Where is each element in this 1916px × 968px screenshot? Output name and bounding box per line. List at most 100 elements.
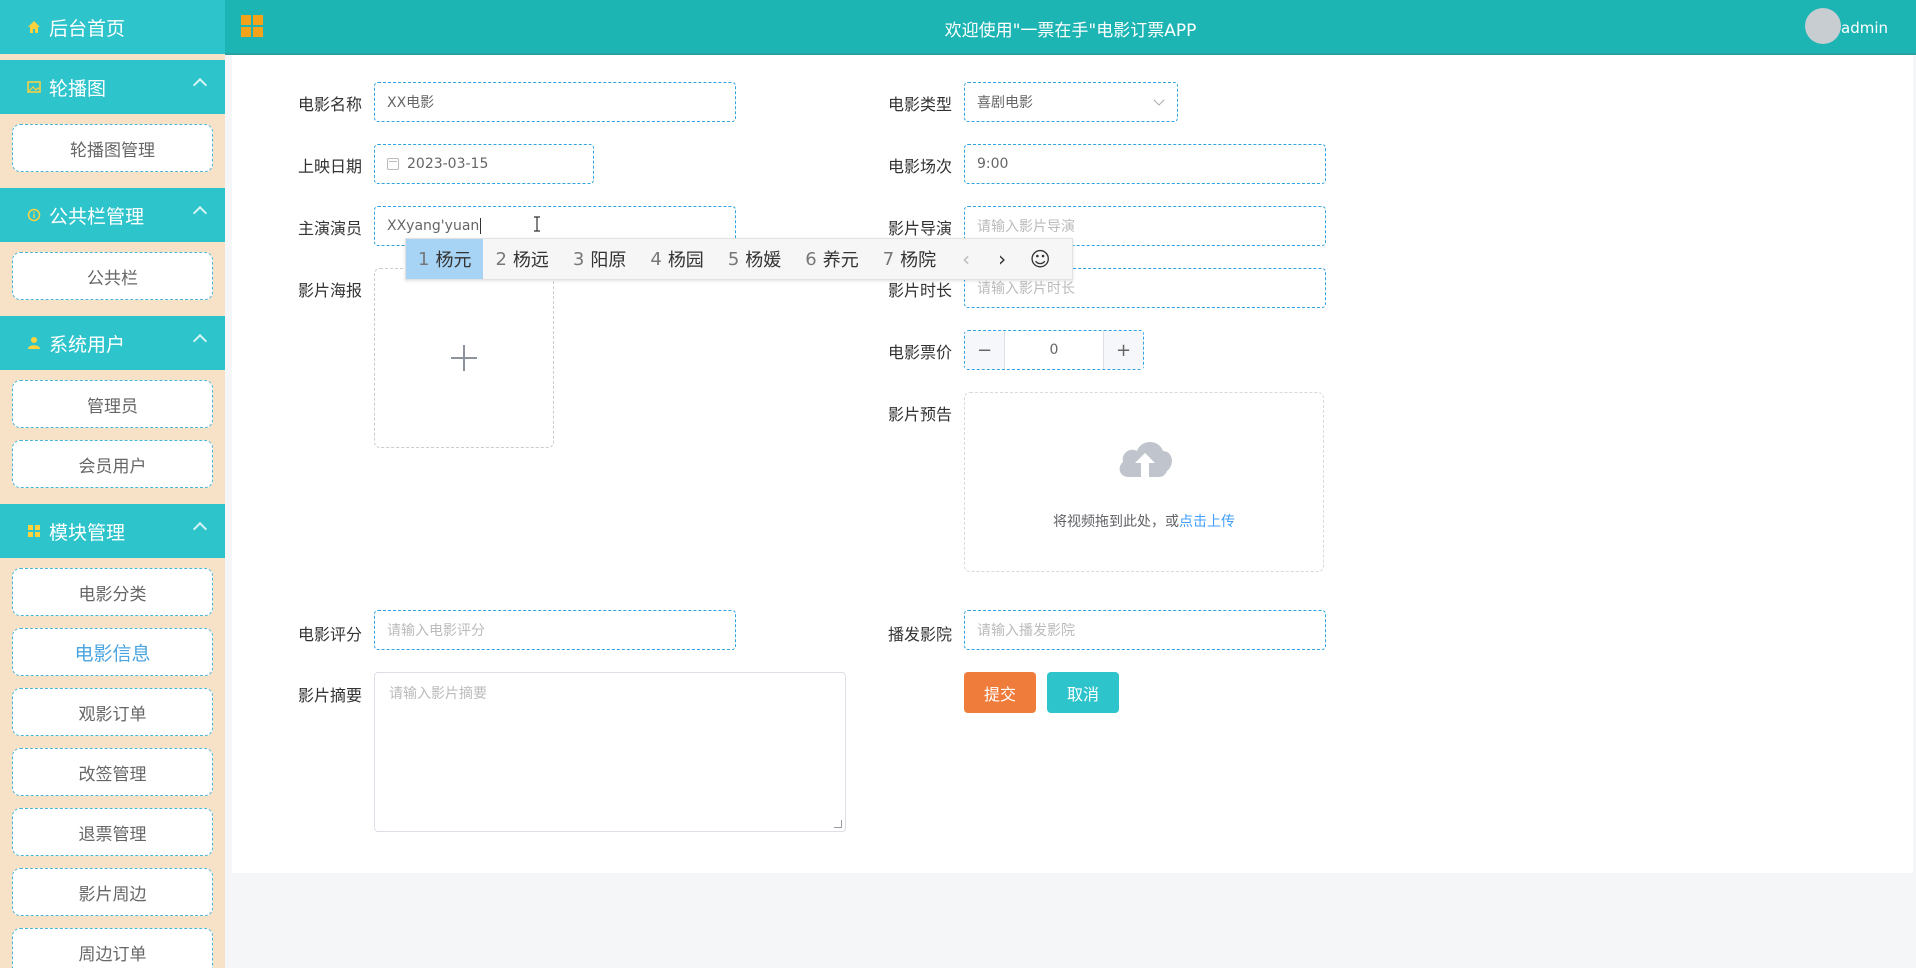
ime-candidate[interactable]: 6 养元 — [793, 239, 870, 279]
sidebar-item-carousel-manage[interactable]: 轮播图管理 — [12, 124, 213, 172]
click-upload-link[interactable]: 点击上传 — [1179, 514, 1235, 530]
trailer-label: 影片预告 — [888, 405, 953, 424]
summary-textarea[interactable]: 请输入影片摘要 — [374, 672, 846, 832]
decrement-button[interactable]: − — [965, 331, 1005, 369]
sidebar-home-label: 后台首页 — [49, 17, 126, 40]
cancel-button[interactable]: 取消 — [1047, 672, 1119, 713]
ime-prev-page-icon[interactable]: ‹ — [948, 239, 984, 279]
showtime-value: 9:00 — [977, 156, 1009, 172]
price-label: 电影票价 — [888, 343, 953, 362]
rating-label: 电影评分 — [298, 625, 363, 644]
ime-candidate-text: 杨媛 — [745, 250, 782, 271]
movie-type-value: 喜剧电影 — [977, 95, 1033, 111]
ime-candidate[interactable]: 7 杨院 — [871, 239, 948, 279]
trailer-upload-dropzone[interactable]: 将视频拖到此处，或点击上传 — [964, 392, 1324, 572]
release-date-picker[interactable]: 2023-03-15 — [374, 144, 594, 184]
sidebar-group-label: 模块管理 — [49, 521, 126, 544]
home-icon — [26, 19, 42, 35]
ime-candidate-text: 杨院 — [900, 250, 937, 271]
duration-label: 影片时长 — [888, 281, 953, 300]
upload-hint: 将视频拖到此处，或点击上传 — [965, 511, 1323, 531]
ime-candidate-number: 7 — [882, 248, 895, 270]
movie-type-label: 电影类型 — [888, 95, 953, 114]
ime-candidate-text: 杨园 — [667, 250, 704, 271]
ime-candidate[interactable]: 1 杨元 — [406, 239, 484, 279]
poster-upload[interactable] — [374, 268, 554, 448]
ime-candidate[interactable]: 2 杨远 — [483, 239, 560, 279]
sidebar-item-movie-category[interactable]: 电影分类 — [12, 568, 213, 616]
sidebar-item-merch[interactable]: 影片周边 — [12, 868, 213, 916]
ime-candidate-number: 3 — [572, 248, 585, 270]
image-icon — [26, 79, 42, 95]
price-stepper[interactable]: − 0 + — [964, 330, 1144, 370]
summary-placeholder: 请输入影片摘要 — [389, 686, 487, 702]
sidebar-item-admins[interactable]: 管理员 — [12, 380, 213, 428]
sidebar-group-system-users[interactable]: 系统用户 — [0, 316, 225, 370]
director-placeholder: 请输入影片导演 — [977, 219, 1075, 235]
chevron-up-icon — [192, 333, 208, 349]
ime-candidate[interactable]: 5 杨媛 — [716, 239, 793, 279]
lead-actor-label: 主演演员 — [298, 219, 363, 238]
cloud-upload-icon — [1119, 442, 1172, 477]
rating-input[interactable]: 请输入电影评分 — [374, 610, 736, 650]
ime-candidate-text: 杨元 — [435, 250, 472, 271]
summary-label: 影片摘要 — [298, 686, 363, 705]
ime-candidate-number: 1 — [418, 248, 430, 270]
ime-candidate-text: 阳原 — [590, 250, 627, 271]
calendar-icon — [387, 158, 399, 170]
top-bar: 欢迎使用"一票在手"电影订票APP admin — [225, 0, 1916, 55]
upload-hint-text: 将视频拖到此处，或 — [1053, 514, 1179, 530]
sidebar-item-viewing-orders[interactable]: 观影订单 — [12, 688, 213, 736]
price-value[interactable]: 0 — [1005, 331, 1103, 369]
user-icon — [26, 335, 42, 351]
chevron-up-icon — [192, 205, 208, 221]
sidebar-group-carousel[interactable]: 轮播图 — [0, 60, 225, 114]
movie-name-input[interactable]: XX电影 — [374, 82, 736, 122]
ime-candidate[interactable]: 3 阳原 — [561, 239, 638, 279]
cinema-label: 播发影院 — [888, 625, 953, 644]
movie-form-panel: 电影名称 XX电影 电影类型 喜剧电影 上映日期 2023-03-15 电影场次… — [232, 55, 1913, 873]
ime-candidate[interactable]: 4 杨园 — [638, 239, 715, 279]
chevron-up-icon — [192, 77, 208, 93]
lead-actor-value: XXyang'yuan — [387, 218, 480, 234]
release-date-label: 上映日期 — [298, 157, 363, 176]
ime-candidate-bar: 1 杨元 2 杨远 3 阳原 4 杨园 5 杨媛 6 养元 7 杨院 ‹ › ☺ — [405, 238, 1073, 280]
sidebar: 后台首页 轮播图 轮播图管理 公共栏管理 公共栏 系统用户 管理员 会员用户 模… — [0, 0, 225, 968]
sidebar-item-bulletin[interactable]: 公共栏 — [12, 252, 213, 300]
avatar[interactable] — [1805, 8, 1841, 44]
ime-candidate-text: 养元 — [822, 250, 859, 271]
sidebar-group-modules[interactable]: 模块管理 — [0, 504, 225, 558]
rating-placeholder: 请输入电影评分 — [387, 623, 485, 639]
showtime-label: 电影场次 — [888, 157, 953, 176]
text-cursor-icon — [534, 216, 540, 232]
resize-handle-icon[interactable] — [834, 820, 842, 828]
sidebar-item-rebooking[interactable]: 改签管理 — [12, 748, 213, 796]
ime-next-page-icon[interactable]: › — [984, 239, 1020, 279]
sidebar-home[interactable]: 后台首页 — [0, 0, 225, 54]
submit-button[interactable]: 提交 — [964, 672, 1036, 713]
chevron-down-icon — [1153, 94, 1165, 106]
duration-placeholder: 请输入影片时长 — [977, 281, 1075, 297]
text-caret — [480, 218, 482, 234]
grid-icon — [26, 523, 42, 539]
ime-candidate-number: 6 — [805, 248, 817, 270]
info-icon — [26, 207, 42, 223]
chevron-up-icon — [192, 521, 208, 537]
sidebar-item-merch-orders[interactable]: 周边订单 — [12, 928, 213, 968]
sidebar-item-members[interactable]: 会员用户 — [12, 440, 213, 488]
sidebar-group-label: 系统用户 — [49, 333, 126, 356]
ime-candidate-number: 2 — [495, 248, 507, 270]
movie-type-select[interactable]: 喜剧电影 — [964, 82, 1178, 122]
sidebar-item-movie-info[interactable]: 电影信息 — [12, 628, 213, 676]
sidebar-item-refunds[interactable]: 退票管理 — [12, 808, 213, 856]
increment-button[interactable]: + — [1103, 331, 1143, 369]
showtime-input[interactable]: 9:00 — [964, 144, 1326, 184]
ime-candidate-number: 4 — [650, 248, 662, 270]
emoji-icon[interactable]: ☺ — [1020, 239, 1060, 279]
cinema-input[interactable]: 请输入播发影院 — [964, 610, 1326, 650]
poster-label: 影片海报 — [298, 281, 363, 300]
sidebar-group-label: 轮播图 — [49, 77, 107, 100]
sidebar-group-bulletin[interactable]: 公共栏管理 — [0, 188, 225, 242]
username[interactable]: admin — [1841, 19, 1888, 37]
ime-candidate-text: 杨远 — [512, 250, 549, 271]
